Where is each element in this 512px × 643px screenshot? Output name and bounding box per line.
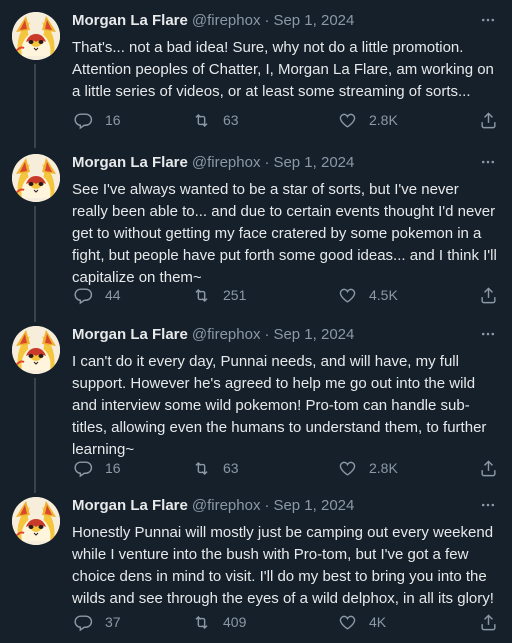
share-icon: [481, 111, 496, 128]
like-button[interactable]: 4.5K: [338, 284, 398, 306]
retweet-button[interactable]: 63: [192, 109, 239, 131]
thread-connector: [34, 142, 36, 148]
tweet[interactable]: Morgan La Flare @firephox · Sep 1, 2024 …: [0, 314, 512, 490]
tweet-text: That's... not a bad idea! Sure, why not …: [72, 39, 499, 100]
reply-count: 37: [105, 614, 121, 630]
heart-icon: [339, 113, 356, 128]
retweet-count: 251: [223, 287, 247, 303]
fox-avatar-icon: [12, 12, 60, 60]
thread-connector: [34, 485, 36, 493]
more-icon[interactable]: [478, 324, 498, 344]
tweet[interactable]: Morgan La Flare @firephox · Sep 1, 2024 …: [0, 0, 512, 146]
author-handle[interactable]: @firephox: [192, 154, 261, 171]
author-handle[interactable]: @firephox: [192, 497, 261, 514]
retweet-count: 63: [223, 460, 239, 476]
author-name[interactable]: Morgan La Flare: [72, 154, 188, 171]
author-handle[interactable]: @firephox: [192, 326, 261, 343]
like-button[interactable]: 4K: [338, 611, 386, 633]
heart-icon: [339, 288, 356, 303]
reply-button[interactable]: 44: [74, 284, 121, 306]
tweet-date[interactable]: Sep 1, 2024: [273, 12, 354, 29]
fox-avatar-icon: [12, 154, 60, 202]
avatar[interactable]: [12, 326, 60, 374]
retweet-button[interactable]: 409: [192, 611, 246, 633]
separator: ·: [264, 11, 270, 29]
reply-button[interactable]: 16: [74, 457, 121, 479]
reply-count: 44: [105, 287, 121, 303]
tweet-header: Morgan La Flare @firephox · Sep 1, 2024: [72, 152, 498, 172]
tweet-date[interactable]: Sep 1, 2024: [273, 154, 354, 171]
tweet-date[interactable]: Sep 1, 2024: [273, 497, 354, 514]
tweet[interactable]: Morgan La Flare @firephox · Sep 1, 2024 …: [0, 142, 512, 320]
tweet-text: I can't do it every day, Punnai needs, a…: [72, 353, 491, 458]
author-name[interactable]: Morgan La Flare: [72, 326, 188, 343]
tweet-actions: 16 63 2.8K: [72, 109, 498, 131]
share-button[interactable]: [479, 611, 498, 633]
heart-icon: [339, 461, 356, 476]
like-count: 2.8K: [369, 112, 398, 128]
retweet-count: 409: [223, 614, 247, 630]
more-icon[interactable]: [478, 152, 498, 172]
tweet-thread: Morgan La Flare @firephox · Sep 1, 2024 …: [0, 0, 512, 643]
tweet-header: Morgan La Flare @firephox · Sep 1, 2024: [72, 324, 498, 344]
retweet-icon: [195, 615, 208, 629]
fox-avatar-icon: [12, 497, 60, 545]
like-count: 2.8K: [369, 460, 398, 476]
share-icon: [481, 459, 496, 476]
tweet-date[interactable]: Sep 1, 2024: [273, 326, 354, 343]
retweet-icon: [195, 113, 208, 127]
more-icon[interactable]: [478, 495, 498, 515]
like-button[interactable]: 2.8K: [338, 457, 398, 479]
reply-count: 16: [105, 112, 121, 128]
reply-icon: [74, 287, 93, 304]
reply-button[interactable]: 37: [74, 611, 121, 633]
share-button[interactable]: [479, 284, 498, 306]
thread-connector: [34, 314, 36, 322]
separator: ·: [264, 325, 270, 343]
share-icon: [481, 286, 496, 303]
avatar[interactable]: [12, 12, 60, 60]
fox-avatar-icon: [12, 326, 60, 374]
reply-button[interactable]: 16: [74, 109, 121, 131]
retweet-icon: [195, 288, 208, 302]
share-button[interactable]: [479, 457, 498, 479]
thread-connector: [34, 378, 36, 490]
like-button[interactable]: 2.8K: [338, 109, 398, 131]
retweet-button[interactable]: 63: [192, 457, 239, 479]
author-handle[interactable]: @firephox: [192, 12, 261, 29]
author-name[interactable]: Morgan La Flare: [72, 12, 188, 29]
share-icon: [481, 613, 496, 630]
tweet-actions: 44 251 4.5K: [72, 284, 498, 306]
thread-connector: [34, 64, 36, 146]
heart-icon: [339, 615, 356, 630]
like-count: 4K: [369, 614, 387, 630]
more-icon[interactable]: [478, 10, 498, 30]
tweet-text: See I've always wanted to be a star of s…: [72, 181, 501, 286]
tweet-header: Morgan La Flare @firephox · Sep 1, 2024: [72, 495, 498, 515]
reply-icon: [74, 112, 93, 129]
avatar[interactable]: [12, 154, 60, 202]
reply-icon: [74, 460, 93, 477]
reply-count: 16: [105, 460, 121, 476]
like-count: 4.5K: [369, 287, 398, 303]
tweet-header: Morgan La Flare @firephox · Sep 1, 2024: [72, 10, 498, 30]
retweet-icon: [195, 461, 208, 475]
tweet-actions: 16 63 2.8K: [72, 457, 498, 479]
author-name[interactable]: Morgan La Flare: [72, 497, 188, 514]
retweet-count: 63: [223, 112, 239, 128]
tweet[interactable]: Morgan La Flare @firephox · Sep 1, 2024 …: [0, 485, 512, 643]
tweet-text: Honestly Punnai will mostly just be camp…: [72, 524, 498, 607]
tweet-actions: 37 409 4K: [72, 611, 498, 633]
separator: ·: [264, 153, 270, 171]
share-button[interactable]: [479, 109, 498, 131]
thread-connector: [34, 206, 36, 320]
retweet-button[interactable]: 251: [192, 284, 246, 306]
avatar[interactable]: [12, 497, 60, 545]
reply-icon: [74, 614, 93, 631]
separator: ·: [264, 496, 270, 514]
